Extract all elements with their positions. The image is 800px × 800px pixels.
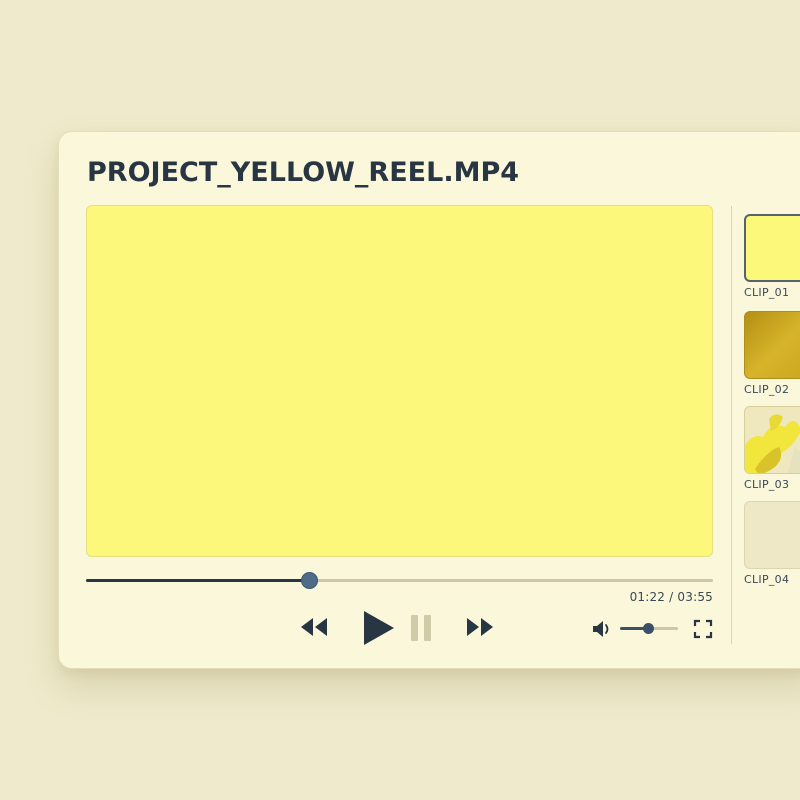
fullscreen-icon <box>693 619 713 639</box>
play-icon <box>362 609 396 647</box>
clip-thumbnail <box>744 501 800 569</box>
progress-thumb[interactable] <box>300 572 318 589</box>
progress-fill <box>86 579 309 582</box>
clip-label: CLIP_02 <box>744 383 790 396</box>
sidebar-divider <box>731 206 732 644</box>
rewind-button[interactable] <box>299 616 329 638</box>
progress-track <box>86 579 713 582</box>
fast-forward-icon <box>465 616 495 638</box>
volume-thumb[interactable] <box>642 623 654 634</box>
video-title: PROJECT_YELLOW_REEL.MP4 <box>87 157 520 188</box>
video-player-window: PROJECT_YELLOW_REEL.MP4 01:22 / 03:55 CL… <box>58 131 800 669</box>
clip-label: CLIP_01 <box>744 286 790 299</box>
clip-label: CLIP_04 <box>744 573 790 586</box>
volume-slider[interactable] <box>620 621 678 635</box>
rewind-icon <box>299 616 329 638</box>
clip-thumbnail <box>744 311 800 379</box>
volume-icon <box>592 619 614 639</box>
play-button[interactable] <box>362 609 396 647</box>
clip-item-02[interactable]: CLIP_02 <box>744 311 800 396</box>
clip-thumbnail <box>744 214 800 282</box>
clip-item-04[interactable]: CLIP_04 <box>744 501 800 586</box>
fast-forward-button[interactable] <box>465 616 495 638</box>
pause-icon <box>409 614 435 642</box>
pause-button[interactable] <box>409 614 435 642</box>
video-viewport[interactable] <box>86 205 713 557</box>
volume-button[interactable] <box>592 619 614 639</box>
fullscreen-button[interactable] <box>693 619 713 639</box>
clip-item-03[interactable]: CLIP_03 <box>744 406 800 491</box>
clip-thumbnail <box>744 406 800 474</box>
clip-item-01[interactable]: CLIP_01 <box>744 214 800 299</box>
progress-bar[interactable] <box>86 572 713 590</box>
clip-label: CLIP_03 <box>744 478 790 491</box>
time-display: 01:22 / 03:55 <box>629 590 713 604</box>
